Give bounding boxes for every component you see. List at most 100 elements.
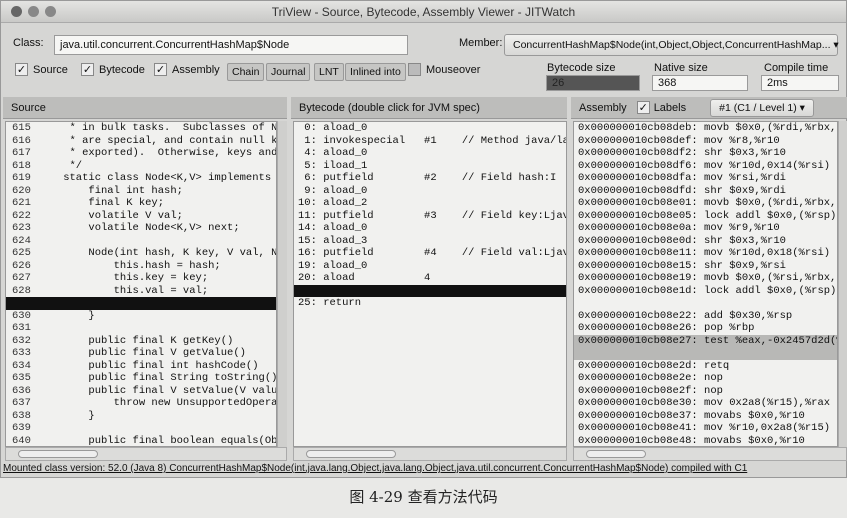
bytecode-pane[interactable]: 0: aload_0 1: invokespecial #1 // Method… [293, 121, 567, 447]
code-line[interactable]: 617 * exported). Otherwise, keys and [6, 147, 276, 160]
class-input[interactable]: java.util.concurrent.ConcurrentHashMap$N… [54, 35, 408, 55]
code-line[interactable]: 0x000000010cb08dfa: mov %rsi,%rdi [574, 172, 837, 185]
mouseover-checkbox[interactable]: Mouseover [408, 63, 480, 76]
journal-button[interactable]: Journal [266, 63, 311, 81]
code-line[interactable]: 622 volatile V val; [6, 210, 276, 223]
scroll-thumb[interactable] [586, 450, 646, 458]
zoom-icon[interactable] [45, 6, 56, 17]
inlined-into-button[interactable]: Inlined into [345, 63, 406, 81]
code-line[interactable]: 0x000000010cb08e05: lock addl $0x0,(%rsp… [574, 210, 837, 223]
scroll-thumb[interactable] [18, 450, 98, 458]
member-value: ConcurrentHashMap$Node(int,Object,Object… [513, 39, 831, 51]
source-checkbox[interactable]: ✓ Source [15, 63, 68, 76]
code-line[interactable]: 16: putfield #4 // Field val:Ljava/la [294, 247, 566, 260]
code-line[interactable]: 0x000000010cb08e30: mov 0x2a8(%r15),%rax [574, 397, 837, 410]
code-line[interactable]: 621 final K key; [6, 197, 276, 210]
code-line[interactable]: 625 Node(int hash, K key, V val, No [6, 247, 276, 260]
code-line[interactable]: 0x000000010cb08e26: pop %rbp [574, 322, 837, 335]
code-line[interactable]: 0x000000010cb08def: mov %r8,%r10 [574, 135, 837, 148]
code-line[interactable]: 640 public final boolean equals(Obj [6, 435, 276, 447]
minimize-icon[interactable] [28, 6, 39, 17]
source-header: Source [3, 97, 287, 119]
code-line[interactable]: 19: aload_0 [294, 260, 566, 273]
code-line[interactable]: 635 public final String toString(){ [6, 372, 276, 385]
code-line[interactable]: 0x000000010cb08e0a: mov %r9,%r10 [574, 222, 837, 235]
bytecode-checkbox[interactable]: ✓ Bytecode [81, 63, 145, 76]
code-line[interactable]: 0x000000010cb08e37: movabs $0x0,%r10 [574, 410, 837, 423]
compilation-select[interactable]: #1 (C1 / Level 1) ▾ [710, 98, 814, 117]
code-line[interactable]: 0x000000010cb08deb: movb $0x0,(%rdi,%rbx… [574, 122, 837, 135]
code-line[interactable]: 0x000000010cb08e41: mov %r10,0x2a8(%r15) [574, 422, 837, 435]
selected-line[interactable] [294, 284, 566, 297]
code-line[interactable]: 15: aload_3 [294, 235, 566, 248]
code-line[interactable]: 20: aload 4 [294, 272, 566, 285]
code-line[interactable]: 627 this.key = key; [6, 272, 276, 285]
code-line[interactable]: 631 [6, 322, 276, 335]
member-select[interactable]: ConcurrentHashMap$Node(int,Object,Object… [504, 34, 839, 56]
code-line[interactable]: 619 static class Node<K,V> implements M [6, 172, 276, 185]
code-line[interactable]: 636 public final V setValue(V value [6, 385, 276, 398]
bytecode-hscroll[interactable] [293, 447, 567, 461]
code-line[interactable]: 4: aload_0 [294, 147, 566, 160]
selected-line[interactable] [6, 297, 276, 310]
assembly-vscroll[interactable] [838, 121, 847, 447]
bytecode-size-label: Bytecode size [547, 62, 616, 74]
code-line[interactable]: 618 */ [6, 160, 276, 173]
code-line[interactable]: 634 public final int hashCode() { [6, 360, 276, 373]
code-line[interactable] [574, 347, 837, 360]
source-pane[interactable]: 615 * in bulk tasks. Subclasses of No 616… [5, 121, 277, 447]
code-line[interactable]: 0x000000010cb08e0d: shr $0x3,%r10 [574, 235, 837, 248]
code-line[interactable]: 11: putfield #3 // Field key:Ljava/la [294, 210, 566, 223]
code-line[interactable]: 0x000000010cb08e2e: nop [574, 372, 837, 385]
assembly-hscroll[interactable] [573, 447, 847, 461]
code-line[interactable]: 5: iload_1 [294, 160, 566, 173]
code-line[interactable]: 0x000000010cb08e11: mov %r10d,0x18(%rsi) [574, 247, 837, 260]
code-line[interactable]: 639 [6, 422, 276, 435]
code-line[interactable]: 623 volatile Node<K,V> next; [6, 222, 276, 235]
code-line[interactable]: 14: aload_0 [294, 222, 566, 235]
code-line[interactable]: 632 public final K getKey() { [6, 335, 276, 348]
code-line[interactable]: 10: aload_2 [294, 197, 566, 210]
code-line[interactable]: 0: aload_0 [294, 122, 566, 135]
code-line[interactable]: 620 final int hash; [6, 185, 276, 198]
code-line[interactable]: 0x000000010cb08e15: shr $0x9,%rsi [574, 260, 837, 273]
code-line[interactable]: 0x000000010cb08e2f: nop [574, 385, 837, 398]
code-line[interactable]: 9: aload_0 [294, 185, 566, 198]
assembly-checkbox[interactable]: ✓ Assembly [154, 63, 220, 76]
chain-button[interactable]: Chain [227, 63, 265, 81]
code-line[interactable]: 637 throw new UnsupportedOperat [6, 397, 276, 410]
code-line[interactable]: 633 public final V getValue() { [6, 347, 276, 360]
code-line[interactable]: ; [574, 297, 837, 310]
code-line[interactable]: 6: putfield #2 // Field hash:I [294, 172, 566, 185]
window-controls[interactable] [11, 6, 56, 17]
scroll-thumb[interactable] [306, 450, 396, 458]
code-line[interactable]: 0x000000010cb08e48: movabs $0x0,%r10 [574, 435, 837, 447]
code-line[interactable]: 0x000000010cb08e22: add $0x30,%rsp [574, 310, 837, 323]
lnt-button[interactable]: LNT [314, 63, 344, 81]
code-line[interactable]: 1: invokespecial #1 // Method java/lang/… [294, 135, 566, 148]
code-line[interactable]: 630 } [6, 310, 276, 323]
code-line[interactable]: 0x000000010cb08e01: movb $0x0,(%rdi,%rbx… [574, 197, 837, 210]
code-line[interactable]: 0x000000010cb08e19: movb $0x0,(%rsi,%rbx… [574, 272, 837, 285]
labels-checkbox[interactable]: ✓ Labels [636, 97, 686, 119]
code-line[interactable]: 0x000000010cb08e1d: lock addl $0x0,(%rsp… [574, 285, 837, 298]
close-icon[interactable] [11, 6, 22, 17]
code-line[interactable]: 628 this.val = val; [6, 285, 276, 298]
code-text: public final int hashCode() { [38, 359, 277, 372]
source-hscroll[interactable] [5, 447, 287, 461]
code-line[interactable]: 638 } [6, 410, 276, 423]
code-line[interactable]: 0x000000010cb08e27: test %eax,-0x2457d2d… [574, 334, 837, 347]
code-line[interactable]: 0x000000010cb08dfd: shr $0x9,%rdi [574, 185, 837, 198]
code-line[interactable]: 0x000000010cb08e2d: retq [574, 360, 837, 373]
source-vscroll[interactable] [277, 121, 287, 447]
code-line[interactable]: 0x000000010cb08df6: mov %r10d,0x14(%rsi) [574, 160, 837, 173]
code-line[interactable]: 0x000000010cb08df2: shr $0x3,%r10 [574, 147, 837, 160]
code-line[interactable]: 624 [6, 235, 276, 248]
code-line[interactable]: 616 * are special, and contain null ke [6, 135, 276, 148]
code-text: * exported). Otherwise, keys and [38, 147, 277, 159]
chevron-down-icon: ▾ [799, 101, 805, 114]
assembly-pane[interactable]: 0x000000010cb08deb: movb $0x0,(%rdi,%rbx… [573, 121, 838, 447]
code-line[interactable]: 25: return [294, 297, 566, 310]
code-line[interactable]: 615 * in bulk tasks. Subclasses of No [6, 122, 276, 135]
code-line[interactable]: 626 this.hash = hash; [6, 260, 276, 273]
